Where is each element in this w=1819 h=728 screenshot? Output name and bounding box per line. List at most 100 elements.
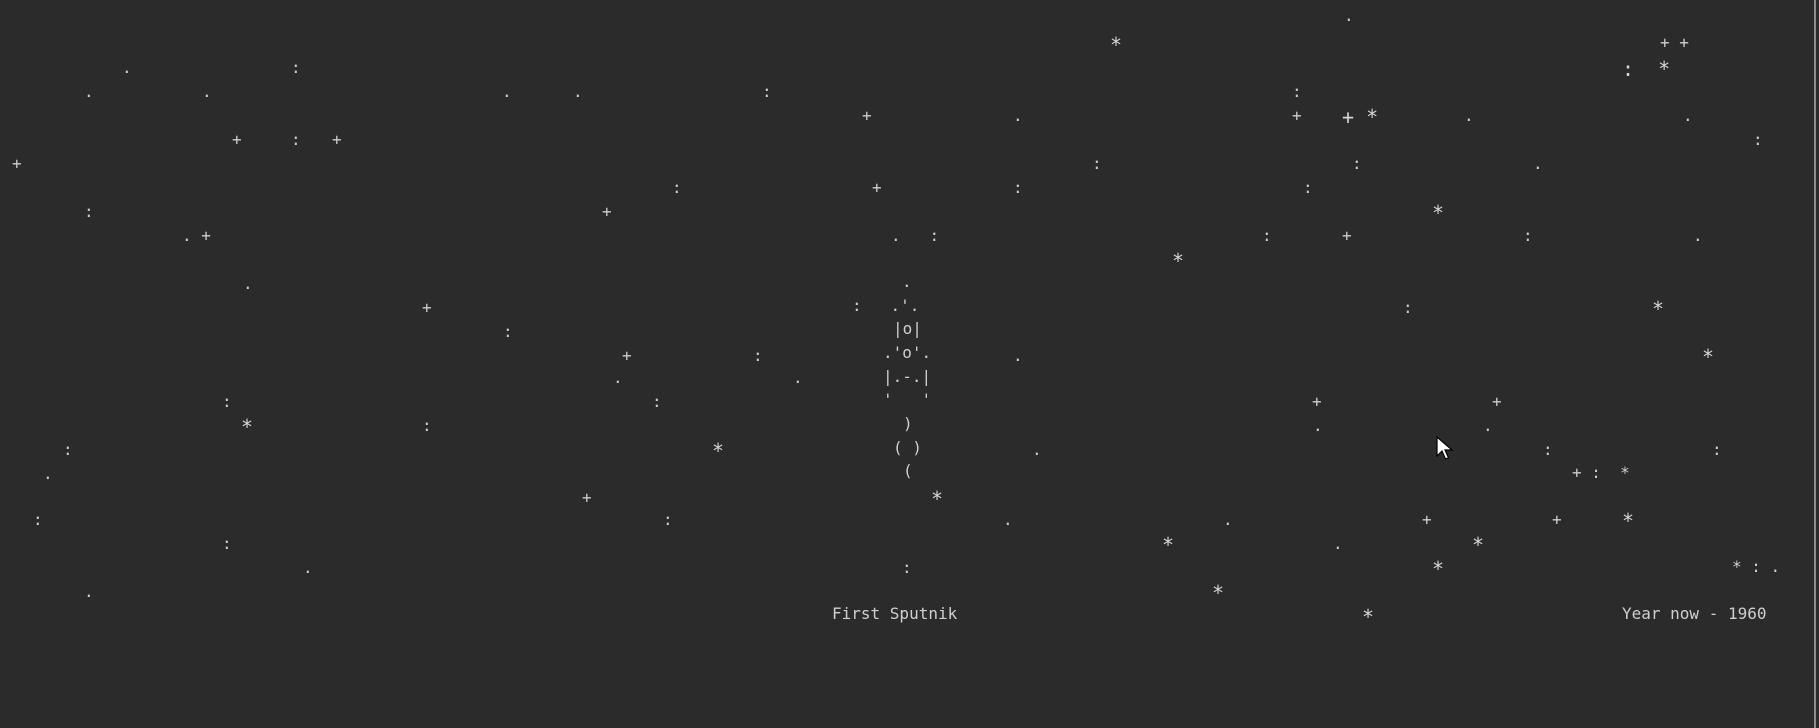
star: :: [84, 202, 94, 221]
rocket-line: .'o'.: [883, 343, 932, 362]
rocket-line: ' ': [883, 390, 932, 409]
star: :: [1352, 154, 1362, 173]
star: .: [122, 58, 132, 77]
star: .: [303, 558, 313, 577]
star: +: [232, 130, 242, 149]
star: .: [1032, 440, 1042, 459]
star: *: [931, 487, 944, 511]
star: *: [1362, 605, 1375, 629]
window-edge: [1814, 0, 1819, 728]
star: . :: [891, 226, 940, 245]
star: :: [753, 346, 763, 365]
star: +: [872, 178, 882, 197]
star: :: [422, 416, 432, 435]
rocket-line: |.-.|: [883, 367, 932, 386]
star: .: [1464, 106, 1474, 125]
star: :: [1753, 130, 1763, 149]
star: +: [332, 130, 342, 149]
star: :: [1543, 440, 1553, 459]
star: .: [1003, 510, 1013, 529]
rocket-line: |o|: [893, 319, 922, 338]
star: :: [902, 558, 912, 577]
star: + : *: [1572, 463, 1630, 482]
star: :: [1303, 178, 1313, 197]
star: :: [503, 322, 513, 341]
star: .: [243, 274, 253, 293]
rocket-line: ): [903, 414, 913, 433]
rocket-line: .: [902, 272, 912, 291]
star: .: [1693, 226, 1703, 245]
star: *: [1702, 345, 1715, 369]
star: .: [1013, 106, 1023, 125]
star: +: [1552, 510, 1562, 529]
star: :: [672, 178, 682, 197]
star: *: [1472, 533, 1485, 557]
scene-caption: First Sputnik: [832, 604, 958, 623]
star: .: [573, 82, 583, 101]
star: .: [1013, 346, 1023, 365]
star: +: [622, 346, 632, 365]
star: + +: [1660, 33, 1689, 52]
star: :: [222, 534, 232, 553]
star: :: [1523, 226, 1533, 245]
mouse-cursor-icon: [1436, 436, 1454, 460]
star: :: [1092, 154, 1102, 173]
rocket-line: (: [903, 461, 913, 480]
star: :: [663, 510, 673, 529]
star: + *: [1342, 105, 1379, 129]
star: .: [1483, 416, 1493, 435]
star: .: [1344, 6, 1354, 25]
star: .: [793, 368, 803, 387]
star: :: [1292, 82, 1302, 101]
star: * : .: [1732, 557, 1781, 576]
star: *: [1652, 297, 1665, 321]
star: .: [1333, 534, 1343, 553]
star: *: [241, 415, 254, 439]
star: .: [613, 368, 623, 387]
star: +: [602, 202, 612, 221]
star: :: [1712, 440, 1722, 459]
star: +: [12, 154, 22, 173]
star: :: [1403, 298, 1413, 317]
star: .: [43, 464, 53, 483]
star: +: [1292, 106, 1302, 125]
star: +: [1342, 226, 1352, 245]
star: *: [1212, 581, 1225, 605]
star: : *: [1622, 57, 1671, 81]
star: .: [1533, 154, 1543, 173]
star: *: [1110, 33, 1123, 57]
star: :: [33, 510, 43, 529]
star: +: [862, 106, 872, 125]
star: :: [63, 440, 73, 459]
star: :: [762, 82, 772, 101]
star: .: [502, 82, 512, 101]
star: :: [652, 392, 662, 411]
star: +: [1492, 392, 1502, 411]
star: :: [1013, 178, 1023, 197]
star: .: [1683, 106, 1693, 125]
star: :: [1262, 226, 1272, 245]
star: :: [291, 58, 301, 77]
star: *: [1432, 201, 1445, 225]
star: .: [202, 82, 212, 101]
star: .: [1223, 510, 1233, 529]
star: .: [1313, 416, 1323, 435]
star: +: [422, 298, 432, 317]
star: :: [222, 392, 232, 411]
star: *: [712, 439, 725, 463]
star: .: [84, 582, 94, 601]
rocket-line: : .'.: [852, 296, 920, 315]
star: :: [291, 130, 301, 149]
star: .: [84, 82, 94, 101]
star: *: [1172, 249, 1185, 273]
terminal-screen: . * + + . : : * . . . . : : + . + + * . …: [0, 0, 1819, 728]
star: *: [1162, 533, 1175, 557]
star: . +: [182, 226, 211, 245]
star: *: [1432, 557, 1445, 581]
star: +: [1422, 510, 1432, 529]
star: +: [582, 488, 592, 507]
rocket-line: ( ): [893, 438, 922, 457]
star: +: [1312, 392, 1322, 411]
star: *: [1622, 509, 1635, 533]
year-label: Year now - 1960: [1622, 604, 1767, 623]
